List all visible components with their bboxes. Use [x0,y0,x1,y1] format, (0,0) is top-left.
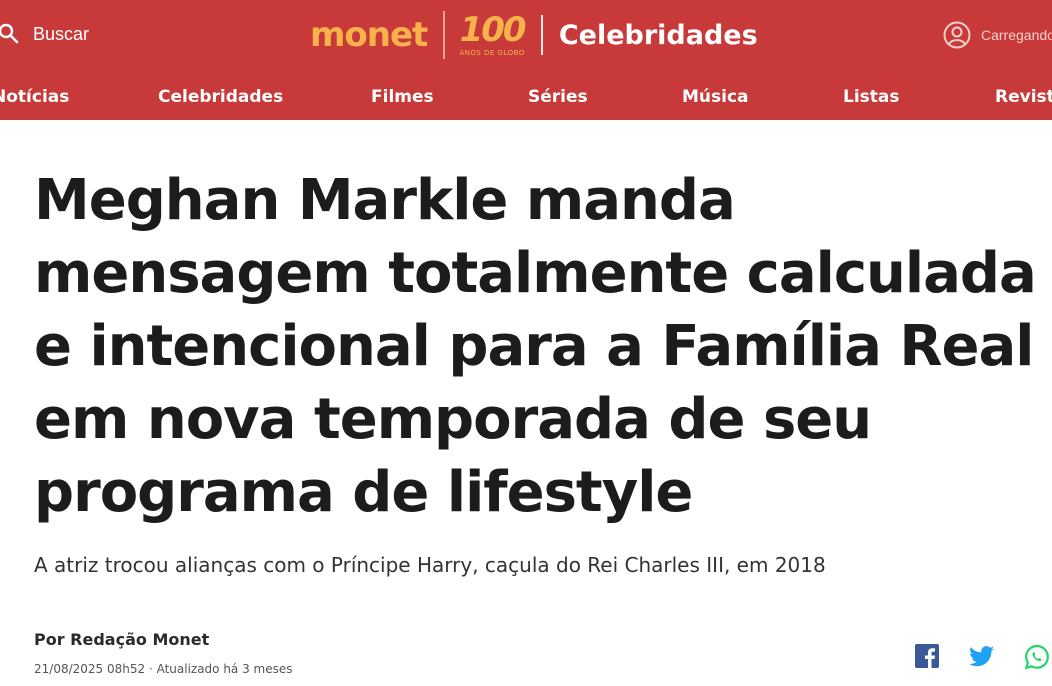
section-divider [540,15,543,55]
globo-100-seal: 100 ANOS DE GLOBO [459,10,527,57]
nav-item-series[interactable]: Séries [528,87,588,107]
brand-logo[interactable]: monet 100 ANOS DE GLOBO Celebridades [310,8,758,62]
seal-number: 100 [459,10,527,50]
nav-item-noticias[interactable]: Notícias [0,87,69,107]
site-header: Buscar monet 100 ANOS DE GLOBO Celebrida… [0,0,1052,120]
logo-divider [443,11,446,59]
account-button[interactable]: Carregando [942,19,1052,51]
search-icon [0,23,19,44]
article-author[interactable]: Por Redação Monet [34,630,209,649]
nav-item-musica[interactable]: Música [682,87,749,107]
search-label: Buscar [33,23,90,44]
user-icon [943,21,971,49]
search-button[interactable]: Buscar [0,18,89,50]
article-subtitle: A atriz trocou alianças com o Príncipe H… [34,553,826,577]
article-headline: Meghan Markle manda mensagem totalmente … [34,168,1037,525]
monet-logo: monet [310,15,428,55]
seal-text: ANOS DE GLOBO [459,49,525,57]
whatsapp-icon[interactable] [1024,644,1050,670]
nav-item-filmes[interactable]: Filmes [371,87,434,107]
nav-item-listas[interactable]: Listas [843,87,900,107]
main-nav: Notícias Celebridades Filmes Séries Músi… [0,82,1052,112]
account-label: Carregando [981,27,1052,43]
nav-item-celebridades[interactable]: Celebridades [158,87,283,107]
twitter-icon[interactable] [969,644,995,668]
nav-item-revista[interactable]: Revista [995,87,1052,107]
article-date: 21/08/2025 08h52 · Atualizado há 3 meses [34,662,293,676]
section-title[interactable]: Celebridades [559,20,758,51]
facebook-icon[interactable] [915,644,939,668]
